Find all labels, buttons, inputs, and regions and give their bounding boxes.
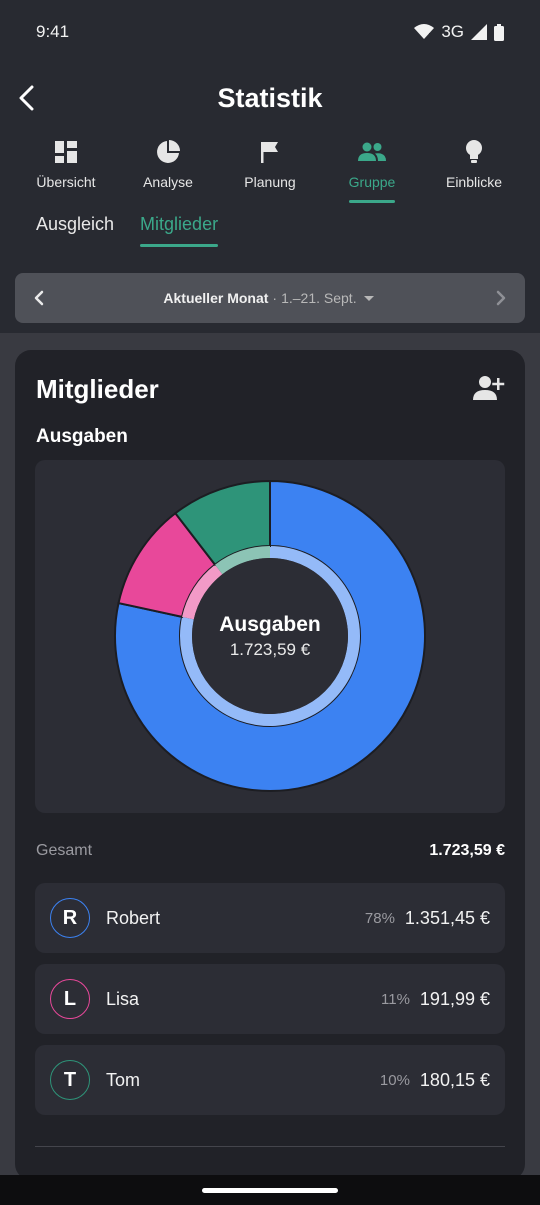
tab-group[interactable]: Gruppe — [322, 138, 422, 208]
divider — [35, 1146, 505, 1147]
arrow-back-icon — [19, 85, 34, 111]
wifi-icon — [414, 24, 435, 39]
period-range: 1.–21. Sept. — [281, 290, 357, 306]
status-bar: 9:41 3G — [0, 0, 540, 64]
group-icon — [358, 138, 386, 166]
person-add-icon — [473, 376, 505, 400]
member-amount: 191,99 € — [419, 988, 490, 1009]
add-member-button[interactable] — [473, 374, 505, 406]
status-time: 9:41 — [36, 22, 70, 41]
tab-label: Analyse — [143, 174, 193, 190]
tab-label: Übersicht — [36, 174, 96, 190]
donut-chart: Ausgaben 1.723,59 € — [35, 460, 505, 813]
tab-overview[interactable]: Übersicht — [16, 138, 116, 208]
chevron-left-icon[interactable] — [33, 290, 45, 306]
period-selector: Aktueller Monat · 1.–21. Sept. — [15, 273, 525, 323]
period-separator: · — [272, 290, 278, 306]
member-percent: 78% — [364, 909, 395, 927]
member-row-tom[interactable]: T Tom 10% 180,15 € — [35, 1045, 505, 1115]
member-percent: 11% — [381, 990, 410, 1008]
dashboard-icon — [52, 138, 80, 166]
member-name: Robert — [106, 907, 161, 928]
member-name: Lisa — [106, 988, 140, 1009]
tab-analysis[interactable]: Analyse — [118, 138, 218, 208]
card-title: Mitglieder — [36, 374, 159, 404]
tab-label: Einblicke — [445, 174, 503, 190]
lightbulb-icon — [460, 138, 488, 166]
dropdown-arrow-icon — [363, 296, 374, 301]
signal-icon — [471, 24, 487, 40]
total-label: Gesamt — [36, 842, 93, 859]
avatar: L — [50, 979, 90, 1019]
total-row: Gesamt 1.723,59 € — [36, 842, 505, 860]
page-title: Statistik — [217, 82, 323, 113]
member-percent: 10% — [379, 1071, 410, 1089]
network-label: 3G — [441, 22, 464, 41]
back-button[interactable] — [10, 80, 46, 116]
chart-center-title: Ausgaben — [219, 613, 321, 636]
avatar: T — [50, 1060, 90, 1100]
member-amount: 180,15 € — [419, 1069, 490, 1090]
subtab-members[interactable]: Mitglieder — [140, 214, 219, 247]
sub-tabs: Ausgleich Mitglieder — [36, 214, 219, 247]
members-card: Mitglieder Ausgaben Ausgaben 1.723,59 € … — [15, 350, 525, 1180]
period-label: Aktueller Monat — [163, 290, 269, 306]
total-value: 1.723,59 € — [429, 842, 505, 859]
home-handle[interactable] — [202, 1188, 338, 1193]
tab-label: Planung — [244, 174, 296, 190]
member-row-lisa[interactable]: L Lisa 11% 191,99 € — [35, 964, 505, 1034]
section-title: Ausgaben — [36, 426, 128, 447]
tab-label: Gruppe — [348, 174, 396, 190]
app-header: Statistik — [0, 72, 540, 124]
member-name: Tom — [106, 1069, 141, 1090]
member-amount: 1.351,45 € — [404, 907, 490, 928]
avatar: R — [50, 898, 90, 938]
main-tabs: Übersicht Analyse Planung Gruppe Einblic… — [0, 138, 540, 208]
status-icons: 3G — [414, 22, 504, 42]
pie-chart-icon — [154, 138, 182, 166]
flag-icon — [256, 138, 284, 166]
chevron-right-icon[interactable] — [495, 290, 507, 306]
period-dropdown[interactable]: Aktueller Monat · 1.–21. Sept. — [163, 290, 376, 306]
subtab-balance[interactable]: Ausgleich — [36, 214, 114, 247]
tab-insights[interactable]: Einblicke — [424, 138, 524, 208]
member-row-robert[interactable]: R Robert 78% 1.351,45 € — [35, 883, 505, 953]
battery-icon — [494, 23, 504, 41]
chart-center-value: 1.723,59 € — [229, 640, 311, 659]
tab-planning[interactable]: Planung — [220, 138, 320, 208]
